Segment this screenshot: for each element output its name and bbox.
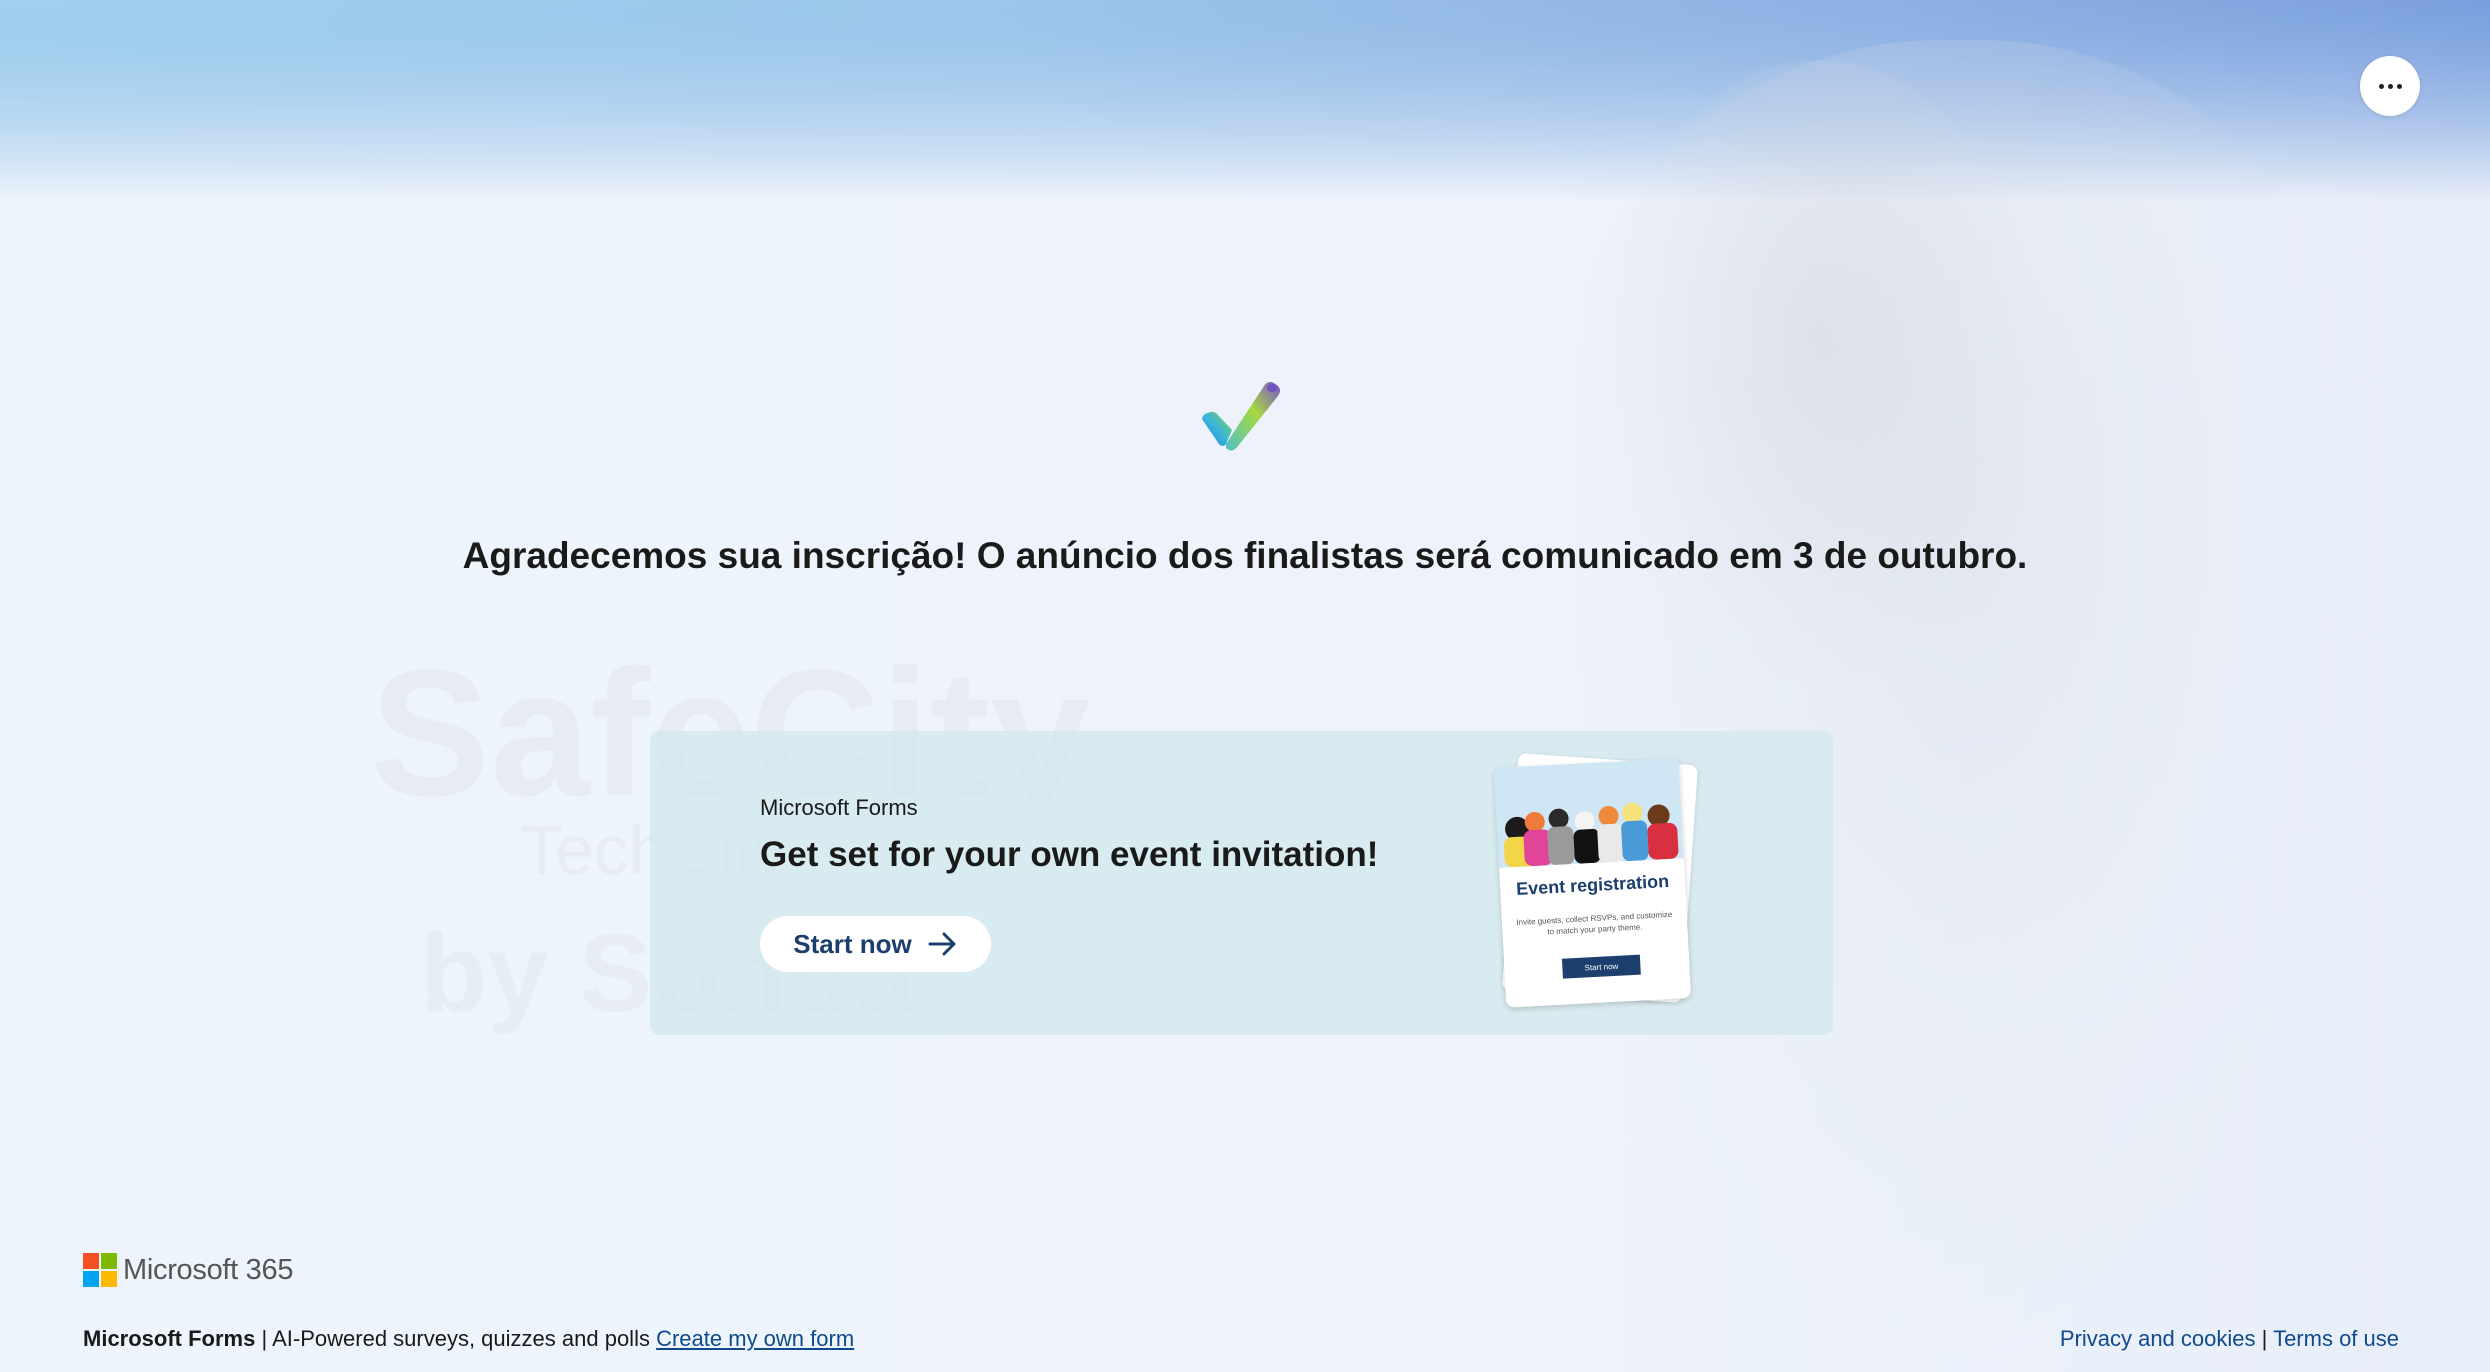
illustration-card-title: Event registration	[1515, 871, 1670, 899]
people-illustration	[1493, 758, 1684, 868]
start-now-button[interactable]: Start now	[760, 916, 991, 972]
privacy-and-cookies-link[interactable]: Privacy and cookies	[2060, 1326, 2256, 1351]
footer-links: Privacy and cookies | Terms of use	[2060, 1326, 2399, 1352]
arrow-right-icon	[928, 932, 956, 956]
more-options-button[interactable]	[2360, 56, 2420, 116]
event-registration-illustration: Event registration Invite guests, collec…	[1480, 751, 1710, 1011]
header-gradient	[0, 0, 2490, 200]
page-background	[0, 0, 2490, 1372]
footer-separator: |	[261, 1326, 268, 1351]
illustration-card-button: Start now	[1561, 954, 1641, 979]
create-my-own-form-link[interactable]: Create my own form	[656, 1326, 854, 1351]
terms-of-use-link[interactable]: Terms of use	[2273, 1326, 2399, 1351]
illustration-card-description: Invite guests, collect RSVPs, and custom…	[1516, 909, 1673, 937]
footer-links-separator: |	[2261, 1326, 2268, 1351]
illustration-card-front: Event registration Invite guests, collec…	[1493, 758, 1692, 1008]
microsoft-365-label: Microsoft 365	[123, 1253, 294, 1286]
checkmark-icon	[1202, 382, 1280, 451]
confirmation-message: Agradecemos sua inscrição! O anúncio dos…	[462, 535, 2028, 576]
footer-tagline: Microsoft Forms | AI-Powered surveys, qu…	[83, 1326, 854, 1352]
microsoft-365-logo: Microsoft 365	[83, 1253, 293, 1287]
microsoft-logo-icon	[83, 1253, 117, 1287]
promo-title: Get set for your own event invitation!	[760, 835, 1379, 874]
footer-brand: Microsoft Forms	[83, 1326, 256, 1351]
start-now-label: Start now	[793, 928, 912, 959]
promo-brand: Microsoft Forms	[760, 795, 918, 820]
more-horizontal-icon	[2378, 83, 2402, 89]
footer-tagline-text: AI-Powered surveys, quizzes and polls	[272, 1326, 650, 1351]
promo-card: Microsoft Forms Get set for your own eve…	[650, 731, 1833, 1035]
